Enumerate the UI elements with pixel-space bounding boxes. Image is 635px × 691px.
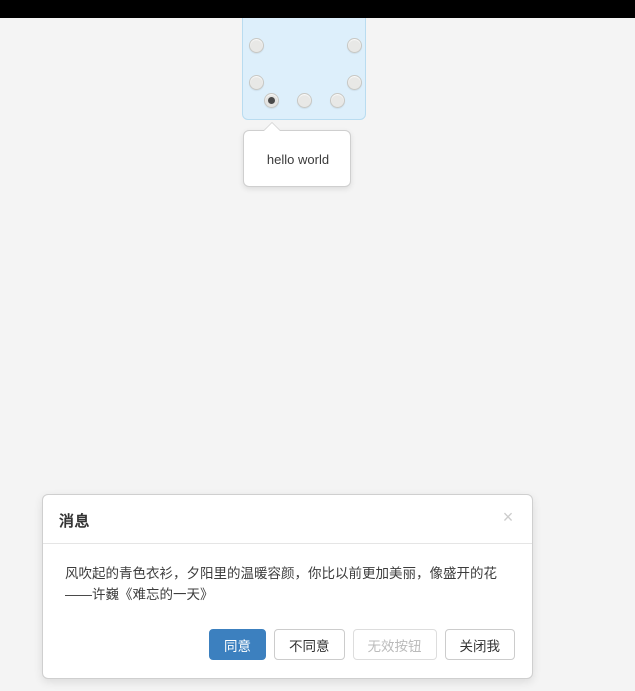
radio-option-opt-6[interactable]: [347, 75, 362, 90]
top-black-bar: [0, 0, 635, 18]
dialog-button-3[interactable]: 关闭我: [444, 629, 515, 660]
radio-option-opt-5[interactable]: [249, 75, 264, 90]
close-icon[interactable]: ×: [498, 507, 518, 527]
popover-arrow-icon: [264, 123, 280, 131]
radio-option-opt-7[interactable]: [264, 93, 279, 108]
radio-option-opt-3[interactable]: [249, 38, 264, 53]
dialog-body-text: 风吹起的青色衣衫，夕阳里的温暖容颜，你比以前更加美丽，像盛开的花——许巍《难忘的…: [65, 566, 497, 602]
dialog-button-0[interactable]: 同意: [209, 629, 266, 660]
radio-option-opt-8[interactable]: [297, 93, 312, 108]
dialog-footer: 同意 不同意 无效按钮 关闭我: [209, 629, 515, 660]
radio-option-opt-4[interactable]: [347, 38, 362, 53]
message-dialog: 消息 × 风吹起的青色衣衫，夕阳里的温暖容颜，你比以前更加美丽，像盛开的花——许…: [42, 494, 533, 679]
dialog-header: 消息 ×: [43, 495, 532, 544]
dialog-button-1[interactable]: 不同意: [274, 629, 345, 660]
dialog-title: 消息: [59, 513, 91, 530]
radio-group-panel: [242, 0, 366, 120]
popover-content: hello world: [266, 152, 330, 167]
dialog-button-2: 无效按钮: [352, 629, 437, 660]
radio-option-opt-9[interactable]: [330, 93, 345, 108]
popover: hello world: [243, 122, 351, 187]
